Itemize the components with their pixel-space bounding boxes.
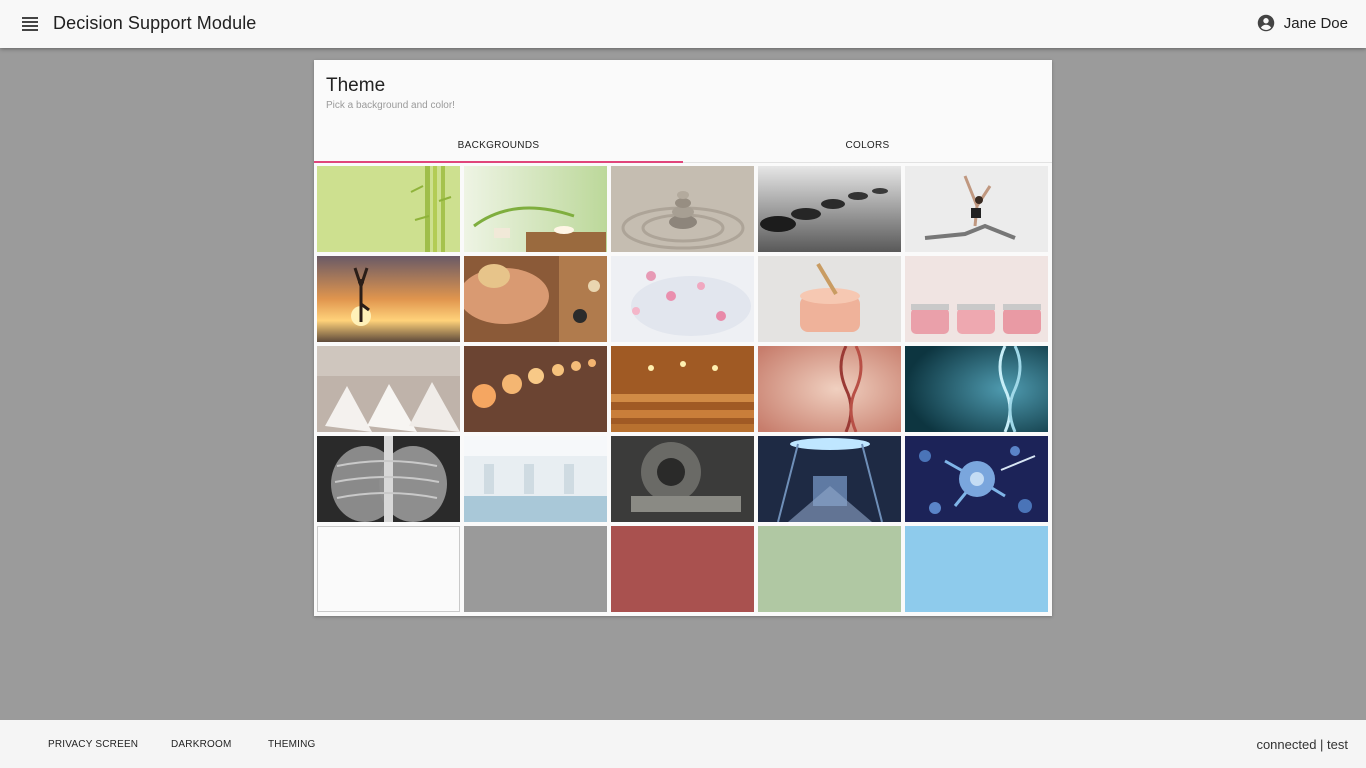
connection-status: connected | test [1256,737,1348,752]
background-tile-sci-fi-lab[interactable] [758,436,901,522]
menu-icon[interactable] [22,17,38,31]
card-subtitle: Pick a background and color! [326,100,455,111]
color-tile-white[interactable] [317,526,460,612]
background-tile-candles[interactable] [464,346,607,432]
background-tile-massage[interactable] [464,256,607,342]
background-tile-yoga-pose[interactable] [905,166,1048,252]
tab-backgrounds[interactable]: BACKGROUNDS [314,128,683,163]
user-name: Jane Doe [1283,14,1348,32]
app-title: Decision Support Module [53,13,257,33]
background-tile-yoga-sunset[interactable] [317,256,460,342]
background-tile-pink-jars[interactable] [905,256,1048,342]
app-bar: Decision Support Module Jane Doe [0,0,1366,48]
darkroom-button[interactable]: DARKROOM [171,739,232,750]
bottom-bar: PRIVACY SCREEN DARKROOM THEMING connecte… [0,720,1366,768]
background-grid [317,166,1049,612]
color-tile-sage-green[interactable] [758,526,901,612]
background-tile-dna-warm[interactable] [758,346,901,432]
background-tile-cell-injection[interactable] [905,436,1048,522]
account-circle-icon [1257,14,1275,32]
theme-card: Theme Pick a background and color! BACKG… [314,60,1052,616]
background-tile-zen-stones-sand[interactable] [611,166,754,252]
theme-tabs: BACKGROUNDS COLORS [314,128,1052,163]
tab-colors[interactable]: COLORS [683,128,1052,162]
background-tile-sauna[interactable] [611,346,754,432]
background-tile-spa-loungers[interactable] [317,346,460,432]
background-tile-flower-bath[interactable] [611,256,754,342]
background-tile-bamboo[interactable] [317,166,460,252]
background-tile-hospital-room[interactable] [464,436,607,522]
color-tile-sky-blue[interactable] [905,526,1048,612]
background-tile-spa-bamboo-leaves[interactable] [464,166,607,252]
color-tile-red[interactable] [611,526,754,612]
theming-button[interactable]: THEMING [268,739,316,750]
background-tile-mri-room[interactable] [611,436,754,522]
background-tile-cream-jar[interactable] [758,256,901,342]
card-title: Theme [326,75,386,96]
privacy-screen-button[interactable]: PRIVACY SCREEN [48,739,138,750]
background-tile-chest-xray[interactable] [317,436,460,522]
user-menu-button[interactable]: Jane Doe [1257,14,1348,32]
background-tile-dna-teal[interactable] [905,346,1048,432]
color-tile-gray[interactable] [464,526,607,612]
background-tile-black-stones-water[interactable] [758,166,901,252]
